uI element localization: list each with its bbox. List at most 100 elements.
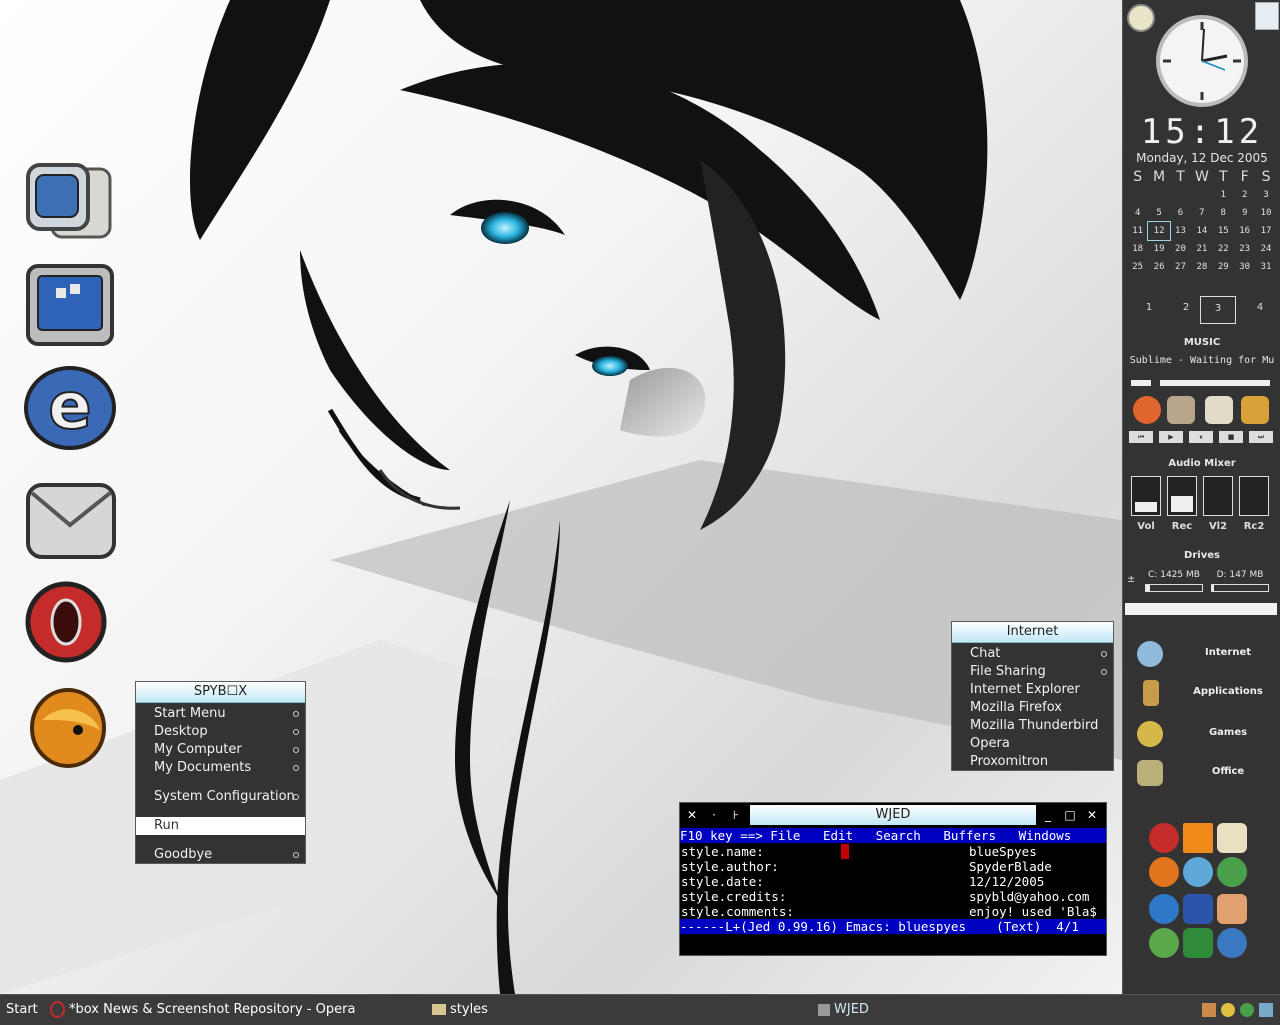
next-icon[interactable]: ⏭: [1249, 431, 1273, 443]
mail-desktop-icon[interactable]: [22, 475, 118, 567]
notes-icon[interactable]: [1255, 2, 1279, 30]
pause-icon[interactable]: ⏸: [1189, 431, 1213, 443]
mixer-slider-vol[interactable]: [1131, 476, 1161, 516]
close-icon[interactable]: ✕: [684, 807, 700, 823]
opera-desktop-icon[interactable]: [22, 578, 118, 670]
tray-power-icon[interactable]: [1221, 1003, 1235, 1017]
calendar-day[interactable]: 8: [1213, 204, 1234, 222]
tray-network-icon[interactable]: [1240, 1003, 1254, 1017]
calendar-day[interactable]: 20: [1170, 240, 1191, 258]
task-styles[interactable]: styles: [432, 995, 552, 1025]
launcher-games[interactable]: Games: [1123, 717, 1280, 751]
calendar-day[interactable]: 16: [1234, 222, 1255, 240]
launcher-internet[interactable]: Internet: [1123, 637, 1280, 671]
maximize-icon[interactable]: □: [1062, 807, 1078, 823]
menu-item-internet-explorer[interactable]: Internet Explorer: [952, 681, 1113, 699]
calendar-day[interactable]: 18: [1127, 240, 1148, 258]
calendar-day[interactable]: 11: [1127, 222, 1148, 240]
launcher-office[interactable]: Office: [1123, 756, 1280, 790]
menu-item-system-configuration[interactable]: System Configuration: [136, 788, 305, 806]
calendar-day[interactable]: 25: [1127, 258, 1148, 276]
workspace-1[interactable]: 1: [1132, 296, 1166, 322]
stopwatch-icon[interactable]: [1127, 4, 1155, 32]
mixer-slider-rec[interactable]: [1167, 476, 1197, 516]
opera-quicklaunch-icon[interactable]: [1149, 823, 1179, 853]
task-opera[interactable]: *box News & Screenshot Repository - Oper…: [50, 995, 420, 1025]
calendar-day[interactable]: 21: [1191, 240, 1212, 258]
calendar-day[interactable]: 28: [1191, 258, 1212, 276]
media-library-icon[interactable]: [1205, 396, 1233, 424]
menu-item-start-menu[interactable]: Start Menu: [136, 705, 305, 723]
calendar-day[interactable]: 15: [1213, 222, 1234, 240]
my-computer-desktop-icon[interactable]: [22, 155, 118, 247]
handshake-quicklaunch-icon[interactable]: [1217, 894, 1247, 924]
thunderbird-quicklaunch-icon[interactable]: [1217, 928, 1247, 958]
stop-icon[interactable]: ■: [1219, 431, 1243, 443]
jedit-quicklaunch-icon[interactable]: [1217, 823, 1247, 853]
utorrent-quicklaunch-icon[interactable]: [1149, 928, 1179, 958]
calendar-day[interactable]: 9: [1234, 204, 1255, 222]
task-wjed[interactable]: WJED: [818, 995, 918, 1025]
ie-quicklaunch-icon[interactable]: [1149, 894, 1179, 924]
menu-item-my-computer[interactable]: My Computer: [136, 741, 305, 759]
calendar-day[interactable]: 13: [1170, 222, 1191, 240]
mixer-slider-vl2[interactable]: [1203, 476, 1233, 516]
calendar-day[interactable]: 17: [1255, 222, 1276, 240]
calendar-day[interactable]: 29: [1213, 258, 1234, 276]
calendar-day[interactable]: 10: [1255, 204, 1276, 222]
internet-explorer-desktop-icon[interactable]: e: [22, 362, 118, 454]
calendar-day[interactable]: 27: [1170, 258, 1191, 276]
menu-item-chat[interactable]: Chat: [952, 645, 1113, 663]
calendar-day[interactable]: 22: [1213, 240, 1234, 258]
calendar-day[interactable]: 7: [1191, 204, 1212, 222]
seek-bar[interactable]: [1160, 380, 1270, 386]
calendar-day[interactable]: 19: [1148, 240, 1169, 258]
excel-quicklaunch-icon[interactable]: [1183, 928, 1213, 958]
menu-item-mozilla-thunderbird[interactable]: Mozilla Thunderbird: [952, 717, 1113, 735]
vlc-quicklaunch-icon[interactable]: [1183, 823, 1213, 853]
menu-item-mozilla-firefox[interactable]: Mozilla Firefox: [952, 699, 1113, 717]
menu-item-desktop[interactable]: Desktop: [136, 723, 305, 741]
previous-icon[interactable]: ⏮: [1129, 431, 1153, 443]
calendar-day[interactable]: 3: [1255, 186, 1276, 204]
calendar-day[interactable]: 12: [1147, 221, 1171, 241]
calendar-day[interactable]: 14: [1191, 222, 1212, 240]
menu-item-goodbye[interactable]: Goodbye: [136, 846, 305, 864]
calendar-day[interactable]: 26: [1148, 258, 1169, 276]
desktop-shortcut-icon[interactable]: [22, 260, 118, 352]
calendar-day[interactable]: 24: [1255, 240, 1276, 258]
menu-item-file-sharing[interactable]: File Sharing: [952, 663, 1113, 681]
calendar-day[interactable]: 31: [1255, 258, 1276, 276]
workspace-4[interactable]: 4: [1243, 296, 1277, 322]
shade-icon[interactable]: ⊦: [728, 807, 744, 823]
mixer-slider-rc2[interactable]: [1239, 476, 1269, 516]
workspace-3[interactable]: 3: [1200, 296, 1236, 324]
calendar-day[interactable]: 1: [1213, 186, 1234, 204]
calendar-day[interactable]: 23: [1234, 240, 1255, 258]
start-button[interactable]: Start: [6, 995, 38, 1025]
launcher-applications[interactable]: Applications: [1123, 676, 1280, 710]
calendar-day[interactable]: 6: [1170, 204, 1191, 222]
play-icon[interactable]: ▶: [1159, 431, 1183, 443]
menu-item-proxomitron[interactable]: Proxomitron: [952, 753, 1113, 771]
firefox-desktop-icon[interactable]: [22, 680, 118, 772]
calendar-day[interactable]: 2: [1234, 186, 1255, 204]
power-icon[interactable]: [1133, 396, 1161, 424]
notebook-icon[interactable]: [1241, 396, 1269, 424]
calendar-day[interactable]: 30: [1234, 258, 1255, 276]
close-window-icon[interactable]: ✕: [1084, 807, 1100, 823]
calendar-day[interactable]: 4: [1127, 204, 1148, 222]
drives-toggle[interactable]: ±: [1127, 574, 1135, 585]
menu-item-my-documents[interactable]: My Documents: [136, 759, 305, 777]
playlist-icon[interactable]: [1167, 396, 1195, 424]
workspace-2[interactable]: 2: [1169, 296, 1203, 322]
window-menu-icon[interactable]: ·: [706, 807, 722, 823]
volume-bar[interactable]: [1131, 380, 1151, 386]
tray-icon-1[interactable]: [1202, 1003, 1216, 1017]
wjed-titlebar[interactable]: ✕ · ⊦ WJED _ □ ✕: [680, 803, 1106, 827]
firefox-quicklaunch-icon[interactable]: [1149, 857, 1179, 887]
menu-item-run[interactable]: Run: [136, 817, 305, 835]
calendar-day[interactable]: 5: [1148, 204, 1169, 222]
tray-user-icon[interactable]: [1259, 1003, 1273, 1017]
wjed-window[interactable]: ✕ · ⊦ WJED _ □ ✕ F10 key ==> File Edit S…: [679, 802, 1107, 956]
